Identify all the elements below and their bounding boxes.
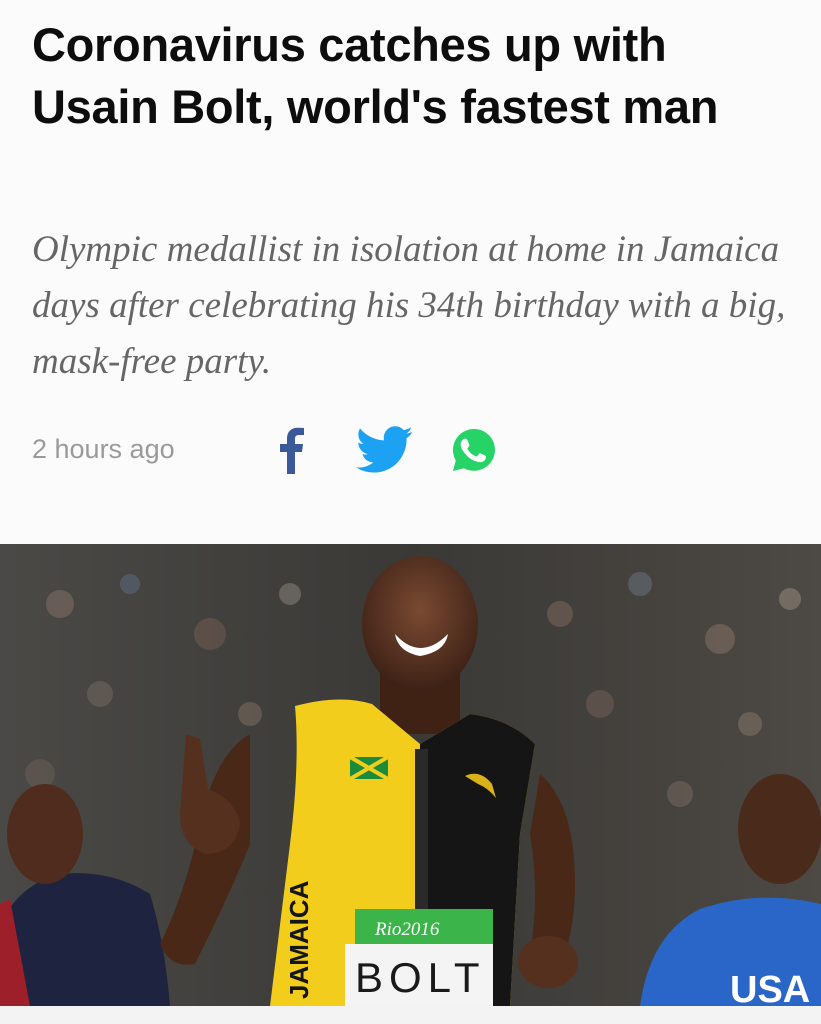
article-timestamp: 2 hours ago <box>32 434 175 464</box>
bib-event-text: Rio2016 <box>374 919 440 940</box>
article-subheadline: Olympic medallist in isolation at home i… <box>32 229 786 382</box>
share-whatsapp-button[interactable] <box>450 426 498 479</box>
share-twitter-button[interactable] <box>355 426 414 479</box>
article-meta: 2 hours ago <box>32 426 792 482</box>
share-facebook-button[interactable] <box>278 426 304 479</box>
vest-text: JAMAICA <box>284 880 314 999</box>
bib-name-text: BOLT <box>355 954 486 1001</box>
article-photo: USA JAMAICA Rio2016 BOLT <box>0 544 821 1006</box>
article-headline: Coronavirus catches up with Usain Bolt, … <box>32 18 719 133</box>
twitter-icon <box>355 426 413 473</box>
facebook-icon <box>280 427 304 474</box>
competitor-vest-text: USA <box>730 969 810 1006</box>
whatsapp-icon <box>453 429 495 471</box>
bottom-divider <box>0 1006 821 1024</box>
